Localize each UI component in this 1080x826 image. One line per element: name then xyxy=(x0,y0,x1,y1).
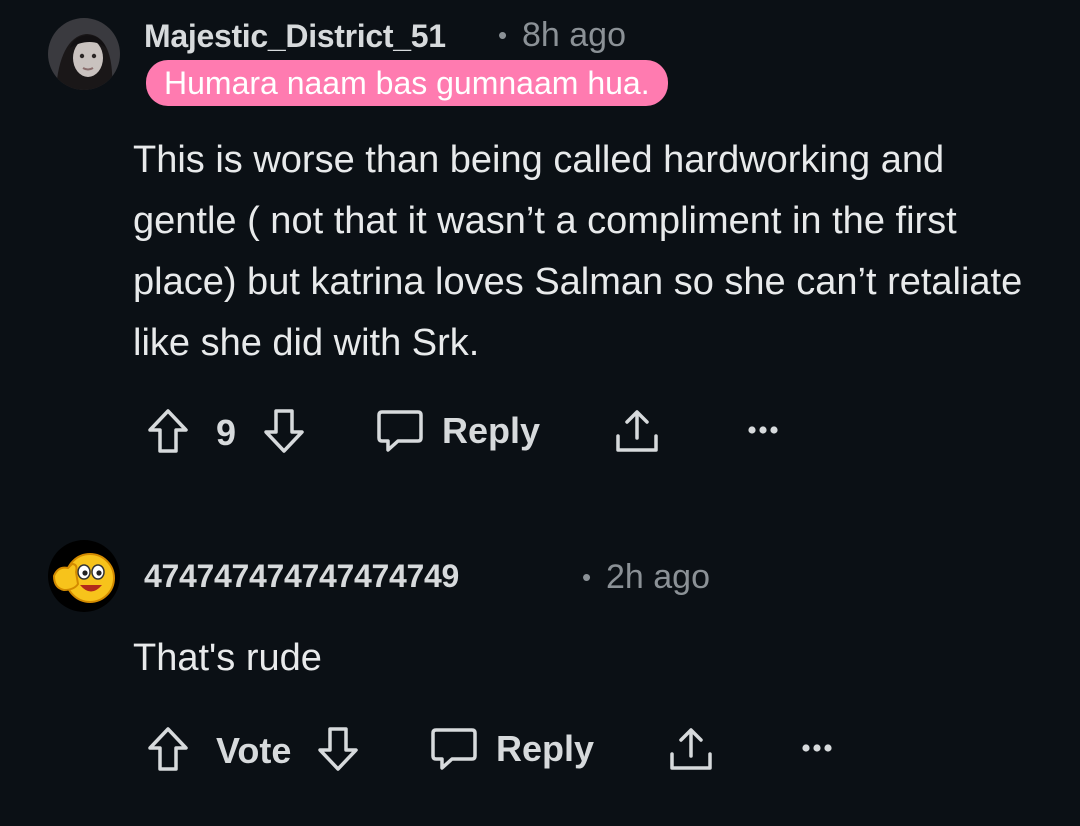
speech-bubble-icon xyxy=(377,410,423,452)
separator-dot: • xyxy=(582,562,592,592)
reply-label: Reply xyxy=(496,728,595,769)
more-options-button[interactable] xyxy=(748,424,778,436)
timestamp: 2h ago xyxy=(606,558,710,596)
thumbs-up-smiley-icon xyxy=(48,540,120,612)
ellipsis-icon xyxy=(802,744,832,752)
vote-score: 9 xyxy=(216,412,237,453)
share-upload-icon xyxy=(616,410,658,452)
upvote-arrow-icon xyxy=(148,409,188,453)
username[interactable]: 474747474747474749 xyxy=(144,558,459,595)
upvote-button[interactable] xyxy=(146,408,190,454)
portrait-avatar-icon xyxy=(48,18,120,90)
downvote-arrow-icon xyxy=(264,409,304,453)
user-flair: Humara naam bas gumnaam hua. xyxy=(146,60,668,106)
more-options-button[interactable] xyxy=(802,742,832,754)
upvote-arrow-icon xyxy=(148,727,188,771)
timestamp: 8h ago xyxy=(522,16,626,54)
reply-button[interactable]: Reply xyxy=(376,408,540,454)
ellipsis-icon xyxy=(748,426,778,434)
comment-body: That's rude xyxy=(133,637,322,679)
comment-body: This is worse than being called hardwork… xyxy=(133,139,1023,364)
speech-bubble-icon xyxy=(431,728,477,770)
separator-dot: • xyxy=(498,20,508,50)
reply-label: Reply xyxy=(442,410,541,451)
user-avatar[interactable] xyxy=(48,540,120,612)
downvote-arrow-icon xyxy=(318,727,358,771)
username[interactable]: Majestic_District_51 xyxy=(144,18,446,55)
vote-score: Vote xyxy=(216,730,292,771)
reply-button[interactable]: Reply xyxy=(430,726,594,772)
downvote-button[interactable] xyxy=(316,726,360,772)
share-upload-icon xyxy=(670,728,712,770)
user-avatar[interactable] xyxy=(48,18,120,90)
share-button[interactable] xyxy=(614,408,660,454)
downvote-button[interactable] xyxy=(262,408,306,454)
share-button[interactable] xyxy=(668,726,714,772)
upvote-button[interactable] xyxy=(146,726,190,772)
